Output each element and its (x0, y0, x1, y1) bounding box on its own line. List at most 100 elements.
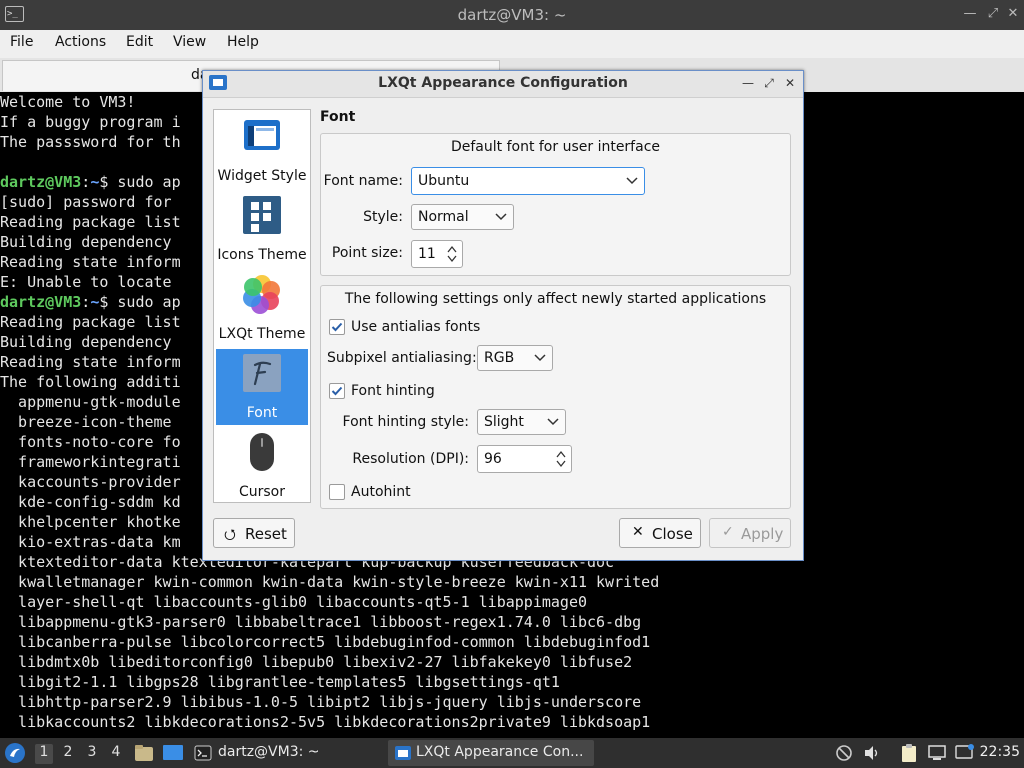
terminal-line-text: The following additi (0, 373, 181, 391)
spin-up-icon[interactable] (555, 449, 567, 459)
close-icon[interactable]: ✕ (1003, 4, 1023, 24)
terminal-line-text: Welcome to VM3! (0, 93, 136, 111)
dialog-maximize-icon[interactable]: ⤢ (760, 74, 778, 92)
terminal-line: libgit2-1.1 libgps28 libgrantlee-templat… (0, 672, 1024, 692)
autohint-checkbox[interactable] (329, 484, 345, 500)
chevron-down-icon (534, 354, 546, 362)
chevron-down-icon (547, 418, 559, 426)
file-manager-icon[interactable] (134, 743, 154, 763)
terminal-line-text: Building dependency (0, 233, 181, 251)
widget-style-icon (244, 120, 280, 150)
terminal-menubar: File Actions Edit View Help (0, 30, 1024, 58)
sidebar-item-cursor[interactable]: Cursor (216, 428, 308, 504)
menu-view[interactable]: View (171, 34, 208, 50)
reset-button-label: Reset (245, 525, 287, 543)
terminal-line-text: frameworkintegrati (0, 453, 181, 471)
menu-edit[interactable]: Edit (124, 34, 155, 50)
appearance-dialog: LXQt Appearance Configuration — ⤢ ✕ Widg… (202, 70, 804, 561)
task-appearance-config[interactable]: LXQt Appearance Con... (388, 740, 594, 766)
dialog-minimize-icon[interactable]: — (739, 74, 757, 92)
terminal-line-text: fonts-noto-core fo (0, 433, 181, 451)
menu-actions[interactable]: Actions (53, 34, 108, 50)
appearance-config-icon (395, 746, 411, 760)
terminal-line-text: Reading package list (0, 313, 181, 331)
workspace-1[interactable]: 1 (35, 744, 53, 764)
prompt-user: dartz@VM3 (0, 173, 82, 191)
terminal-icon (194, 745, 212, 761)
prompt-user: dartz@VM3 (0, 293, 82, 311)
font-hinting-label[interactable]: Font hinting (351, 383, 435, 399)
font-name-value: Ubuntu (418, 173, 470, 189)
menu-help[interactable]: Help (225, 34, 261, 50)
workspace-3[interactable]: 3 (83, 744, 101, 764)
autohint-label[interactable]: Autohint (351, 484, 411, 500)
point-size-value: 11 (418, 246, 436, 262)
subpixel-label: Subpixel antialiasing: (327, 350, 477, 366)
workspace-4[interactable]: 4 (107, 744, 125, 764)
prompt-colon: : (81, 293, 91, 311)
sidebar-item-lxqt-theme[interactable]: LXQt Theme (216, 270, 308, 346)
show-desktop-icon[interactable] (162, 743, 184, 763)
chevron-down-icon (626, 177, 638, 185)
font-icon (243, 354, 281, 392)
terminal-line: kwalletmanager kwin-common kwin-data kwi… (0, 572, 1024, 592)
menu-file[interactable]: File (8, 34, 35, 50)
terminal-titlebar[interactable]: >_ dartz@VM3: ~ — ⤢ ✕ (0, 0, 1024, 30)
start-menu-icon[interactable] (4, 742, 26, 764)
font-name-label: Font name: (323, 173, 403, 189)
terminal-line-text: layer-shell-qt libaccounts-glib0 libacco… (0, 593, 587, 611)
subpixel-combo[interactable]: RGB (477, 345, 553, 371)
terminal-line: libappmenu-gtk3-parser0 libbabeltrace1 l… (0, 612, 1024, 632)
network-icon[interactable] (927, 744, 947, 762)
workspace-2[interactable]: 2 (59, 744, 77, 764)
point-size-spinbox[interactable]: 11 (411, 240, 463, 268)
antialias-checkbox[interactable] (329, 319, 345, 335)
terminal-line-text: Reading state inform (0, 253, 181, 271)
hinting-style-value: Slight (484, 414, 524, 430)
apply-button[interactable]: ✓ Apply (709, 518, 791, 548)
terminal-line-text: libcanberra-pulse libcolorcorrect5 libde… (0, 633, 651, 651)
style-label: Style: (363, 209, 403, 225)
group-title: The following settings only affect newly… (344, 291, 767, 307)
hinting-style-combo[interactable]: Slight (477, 409, 566, 435)
terminal-line: libdmtx0b libeditorconfig0 libepub0 libe… (0, 652, 1024, 672)
taskbar: 1 2 3 4 dartz@VM3: ~ LXQt Appearance Con… (0, 738, 1024, 768)
maximize-icon[interactable]: ⤢ (983, 4, 1003, 24)
sidebar-item-label: Font (246, 405, 278, 421)
dialog-close-icon[interactable]: ✕ (781, 74, 799, 92)
terminal-line-text: libkaccounts2 libkdecorations2-5v5 libkd… (0, 713, 651, 731)
category-sidebar: Widget Style Icons Theme LXQt Theme Font… (213, 109, 311, 503)
spin-up-icon[interactable] (446, 244, 458, 254)
sidebar-item-widget-style[interactable]: Widget Style (216, 112, 308, 188)
sidebar-item-label: LXQt Theme (218, 326, 306, 342)
terminal-line: libhttp-parser2.9 libibus-1.0-5 libipt2 … (0, 692, 1024, 712)
spin-down-icon[interactable] (555, 459, 567, 469)
sidebar-item-icons-theme[interactable]: Icons Theme (216, 191, 308, 267)
resolution-spinbox[interactable]: 96 (477, 445, 572, 473)
font-name-combo[interactable]: Ubuntu (411, 167, 645, 195)
clock[interactable]: 22:35 (980, 744, 1020, 760)
notification-icon[interactable] (955, 743, 975, 761)
dialog-titlebar[interactable]: LXQt Appearance Configuration — ⤢ ✕ (203, 71, 803, 98)
clipboard-icon[interactable] (900, 743, 918, 763)
task-terminal[interactable]: dartz@VM3: ~ (190, 740, 370, 766)
reset-button[interactable]: ⭯ Reset (213, 518, 295, 548)
apply-button-label: Apply (741, 525, 784, 543)
close-button[interactable]: ✕ Close (619, 518, 701, 548)
antialias-label[interactable]: Use antialias fonts (351, 319, 480, 335)
minimize-icon[interactable]: — (960, 4, 980, 24)
resolution-label: Resolution (DPI): (352, 451, 469, 467)
terminal-line-text: $ sudo ap (99, 173, 181, 191)
volume-icon[interactable] (863, 744, 881, 762)
terminal-line-text: Reading state inform (0, 353, 181, 371)
resolution-value: 96 (484, 451, 502, 467)
section-title: Font (320, 109, 356, 125)
style-combo[interactable]: Normal (411, 204, 514, 230)
sidebar-item-font[interactable]: Font (216, 349, 308, 425)
terminal-line: layer-shell-qt libaccounts-glib0 libacco… (0, 592, 1024, 612)
terminal-line-text: libdmtx0b libeditorconfig0 libepub0 libe… (0, 653, 633, 671)
no-access-icon[interactable] (835, 744, 853, 762)
terminal-line-text: khelpcenter khotke (0, 513, 181, 531)
font-hinting-checkbox[interactable] (329, 383, 345, 399)
spin-down-icon[interactable] (446, 254, 458, 264)
